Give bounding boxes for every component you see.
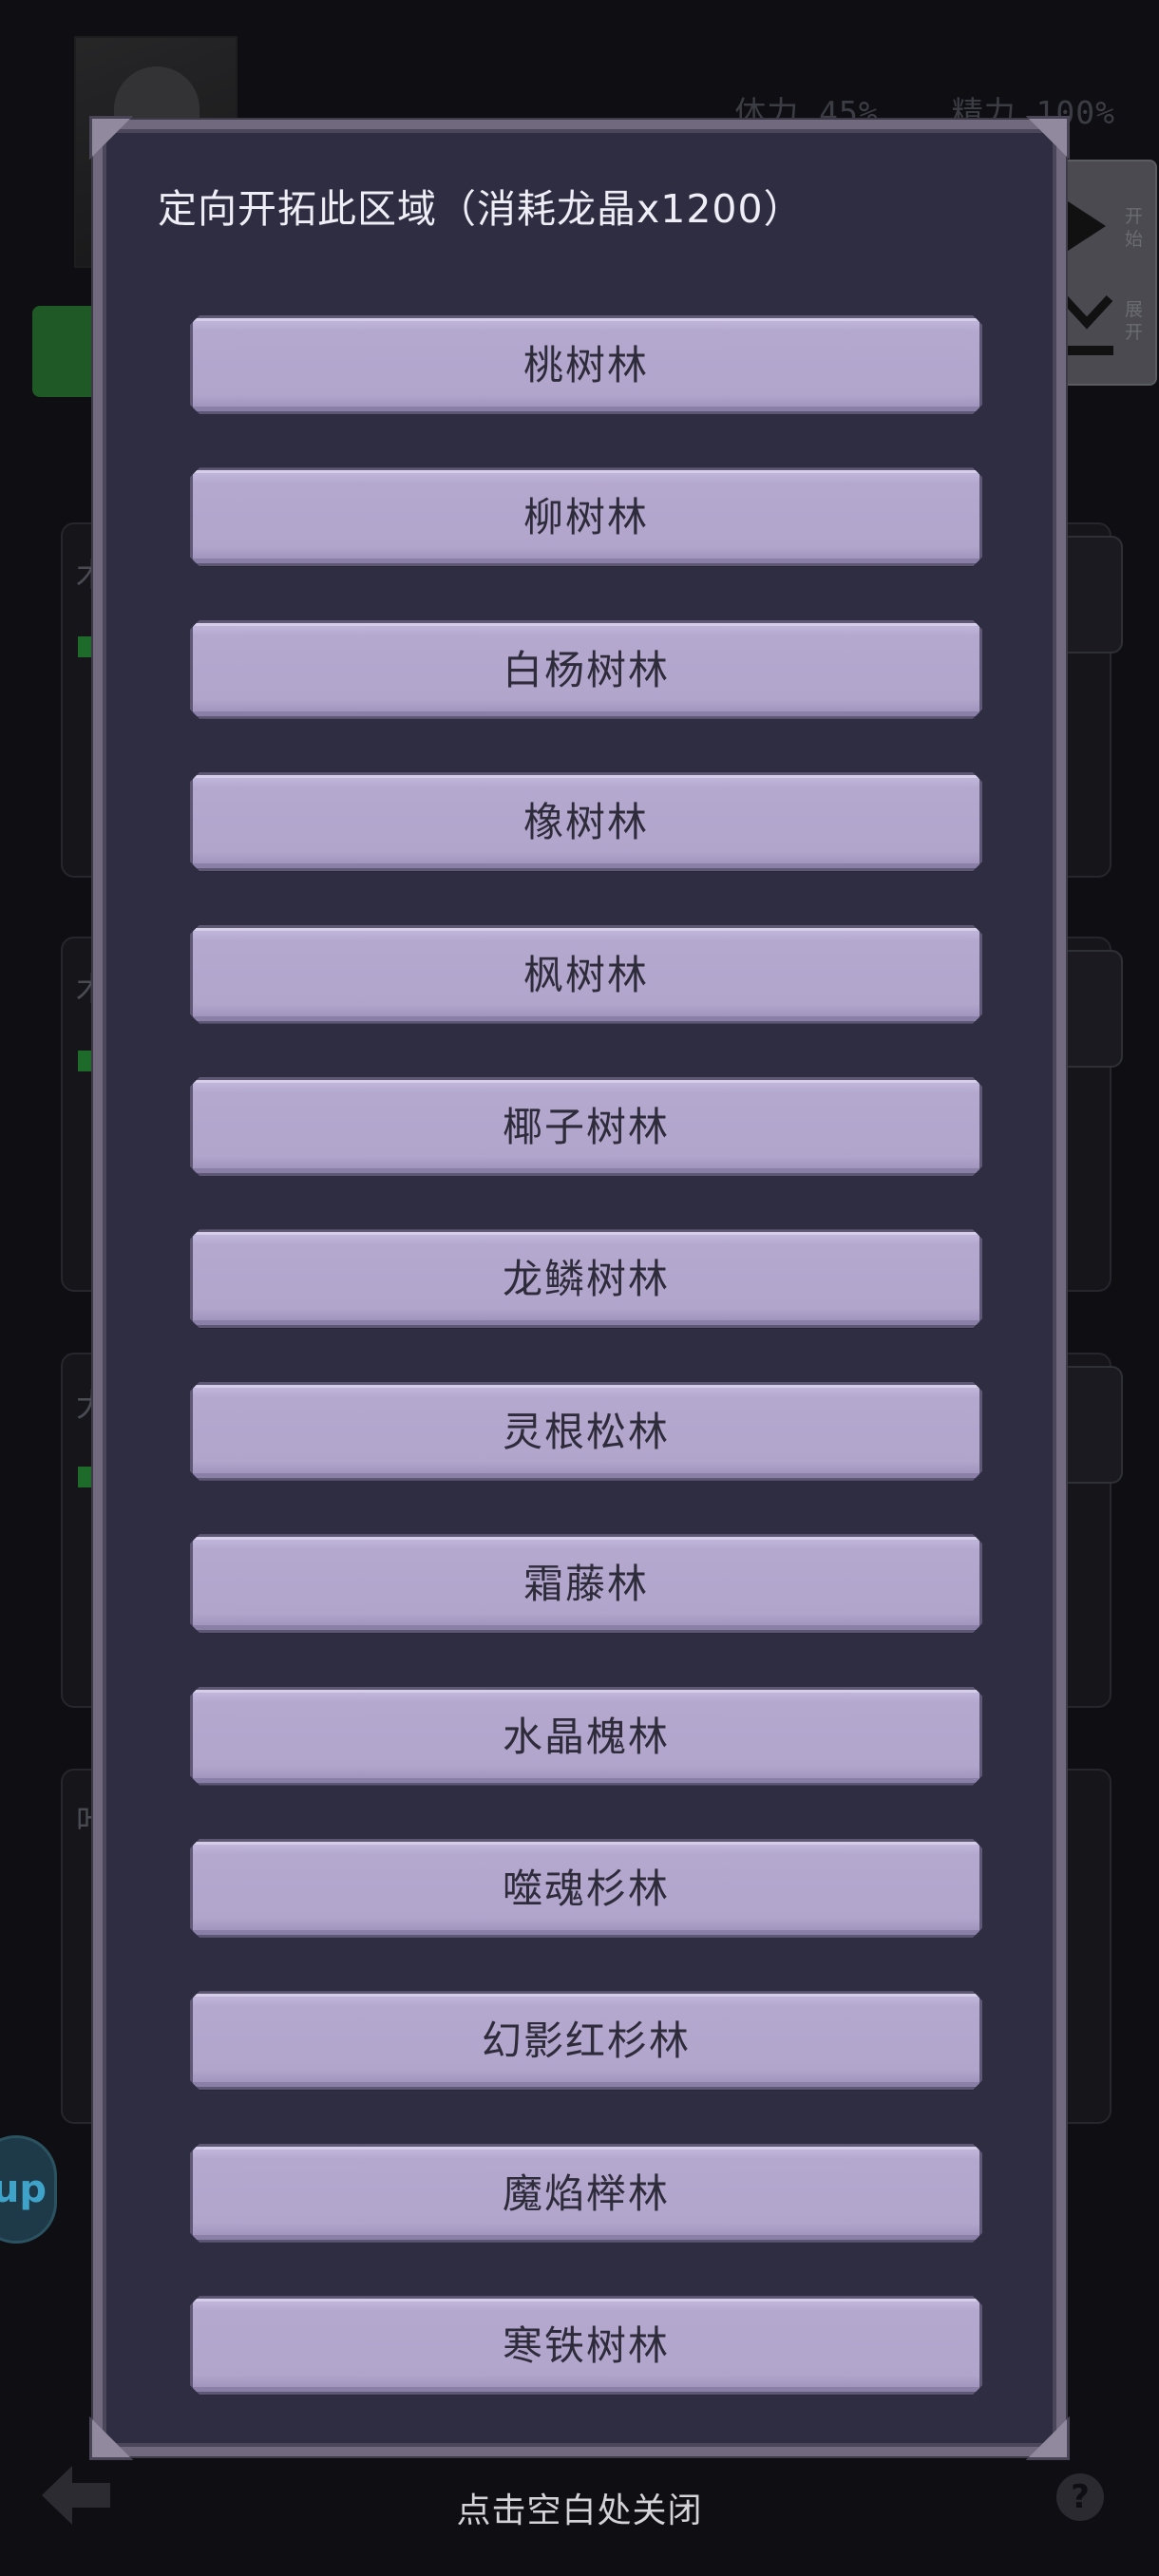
region-button[interactable]: 幻影红杉林 (190, 1991, 982, 2090)
frame-corner (1026, 116, 1070, 160)
region-button[interactable]: 枫树林 (190, 925, 982, 1024)
dialog-title: 定向开拓此区域（消耗龙晶x1200） (158, 186, 804, 232)
play-icon[interactable] (1062, 198, 1106, 255)
region-button[interactable]: 寒铁树林 (190, 2296, 982, 2395)
start-label: 开始 (1125, 206, 1144, 250)
region-list: 桃树林 柳树林 白杨树林 橡树林 枫树林 椰子树林 龙鳞树林 灵根松林 霜藤林 … (190, 315, 982, 2448)
expand-label: 展开 (1125, 299, 1144, 343)
region-button[interactable]: 水晶槐林 (190, 1687, 982, 1786)
region-select-dialog: 定向开拓此区域（消耗龙晶x1200） 桃树林 柳树林 白杨树林 橡树林 枫树林 … (89, 116, 1070, 2460)
frame-corner (1026, 2416, 1070, 2460)
close-hint[interactable]: 点击空白处关闭 (0, 2483, 1159, 2532)
frame-corner (89, 116, 133, 160)
region-button[interactable]: 白杨树林 (190, 620, 982, 719)
up-button[interactable]: up (0, 2135, 57, 2244)
card-thumbnail (1058, 950, 1123, 1068)
region-button[interactable]: 橡树林 (190, 772, 982, 871)
region-button[interactable]: 魔焰榉林 (190, 2144, 982, 2243)
frame-corner (89, 2416, 133, 2460)
region-button[interactable]: 龙鳞树林 (190, 1229, 982, 1328)
card-thumbnail (1058, 1366, 1123, 1484)
region-button[interactable]: 灵根松林 (190, 1382, 982, 1481)
card-thumbnail (1058, 536, 1123, 653)
region-button[interactable]: 霜藤林 (190, 1534, 982, 1633)
region-button[interactable]: 噬魂杉林 (190, 1839, 982, 1938)
region-button[interactable]: 柳树林 (190, 467, 982, 566)
region-button[interactable]: 椰子树林 (190, 1077, 982, 1176)
region-button[interactable]: 桃树林 (190, 315, 982, 414)
